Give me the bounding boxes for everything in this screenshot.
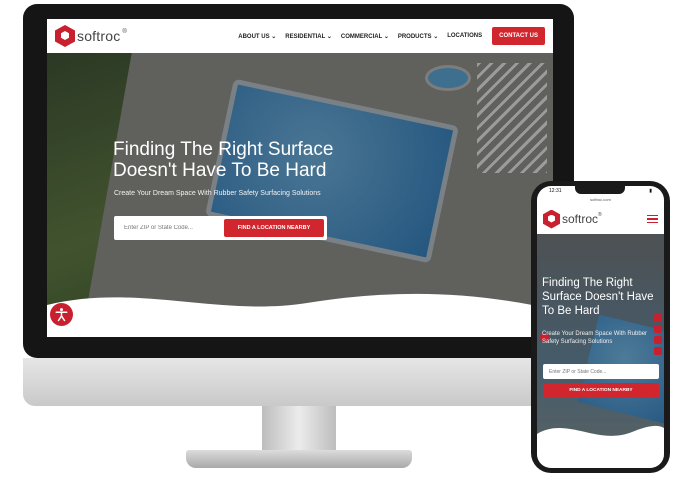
desktop-navbar: softroc ® ABOUT US ⌄ RESIDENTIAL ⌄ COMME… — [47, 19, 553, 53]
softroc-hex-logo-icon — [543, 209, 560, 229]
phone-logo-registered-mark: ® — [598, 212, 602, 218]
zip-search-input[interactable] — [114, 225, 218, 231]
phone-hero-subtitle: Create Your Dream Space With Rubber Safe… — [542, 331, 648, 345]
nav-residential[interactable]: RESIDENTIAL ⌄ — [285, 33, 332, 40]
phone-hero-title: Finding The Right Surface Doesn't Have T… — [542, 277, 654, 317]
logo-text: softroc — [77, 28, 121, 44]
instagram-icon[interactable] — [654, 325, 662, 333]
hero-title: Finding The Right Surface Doesn't Have T… — [113, 139, 373, 181]
yelp-icon[interactable] — [654, 347, 662, 355]
nav-about-us[interactable]: ABOUT US ⌄ — [238, 33, 276, 40]
email-icon[interactable] — [654, 336, 662, 344]
chevron-down-icon: ⌄ — [326, 33, 332, 40]
phone-time: 12:31 — [549, 188, 562, 194]
phone-search-bar — [543, 364, 659, 379]
chevron-down-icon: ⌄ — [271, 33, 277, 40]
phone-url-bar[interactable]: softroc.com — [537, 197, 664, 202]
monitor-stand-neck — [262, 406, 336, 456]
nav-commercial[interactable]: COMMERCIAL ⌄ — [341, 33, 389, 40]
phone-status-bar: 12:31 ▮ — [537, 186, 664, 196]
phone-hero: Finding The Right Surface Doesn't Have T… — [537, 234, 664, 468]
phone-find-location-button[interactable]: FIND A LOCATION NEARBY — [543, 383, 659, 398]
accessibility-button[interactable] — [50, 303, 73, 326]
contact-us-button[interactable]: CONTACT US — [492, 27, 545, 45]
monitor-chin — [23, 358, 574, 406]
location-search-bar: FIND A LOCATION NEARBY — [114, 216, 327, 240]
phone-logo-text[interactable]: softroc — [562, 212, 598, 226]
phone-zip-search-input[interactable] — [543, 368, 659, 375]
battery-icon: ▮ — [649, 188, 652, 194]
softroc-logo[interactable]: softroc ® — [55, 25, 127, 47]
chevron-down-icon: ⌄ — [433, 33, 439, 40]
logo-registered-mark: ® — [122, 29, 127, 35]
facebook-icon[interactable] — [654, 314, 662, 322]
hamburger-menu-icon[interactable] — [647, 214, 658, 224]
nav-links: ABOUT US ⌄ RESIDENTIAL ⌄ COMMERCIAL ⌄ PR… — [238, 33, 482, 40]
phone-screen: 12:31 ▮ softroc.com softroc ® Finding Th… — [537, 186, 664, 468]
chevron-down-icon: ⌄ — [383, 33, 389, 40]
phone-navbar: softroc ® — [537, 204, 664, 234]
softroc-hex-logo-icon — [55, 25, 75, 47]
monitor-stand-foot — [186, 450, 412, 468]
phone-social-sidebar — [654, 314, 664, 355]
hero-subtitle: Create Your Dream Space With Rubber Safe… — [114, 190, 321, 197]
desktop-screen: softroc ® ABOUT US ⌄ RESIDENTIAL ⌄ COMME… — [47, 19, 553, 337]
phone-hero-bottom-wave — [537, 425, 664, 468]
hero-title-line-2: Doesn't Have To Be Hard — [113, 160, 327, 181]
find-location-button[interactable]: FIND A LOCATION NEARBY — [224, 219, 324, 237]
hero-title-line-1: Finding The Right Surface — [113, 139, 334, 160]
hero-bottom-wave — [47, 293, 553, 337]
nav-products[interactable]: PRODUCTS ⌄ — [398, 33, 438, 40]
desktop-hero: Finding The Right Surface Doesn't Have T… — [47, 53, 553, 337]
accessibility-icon — [55, 308, 68, 322]
nav-locations[interactable]: LOCATIONS — [447, 33, 482, 39]
